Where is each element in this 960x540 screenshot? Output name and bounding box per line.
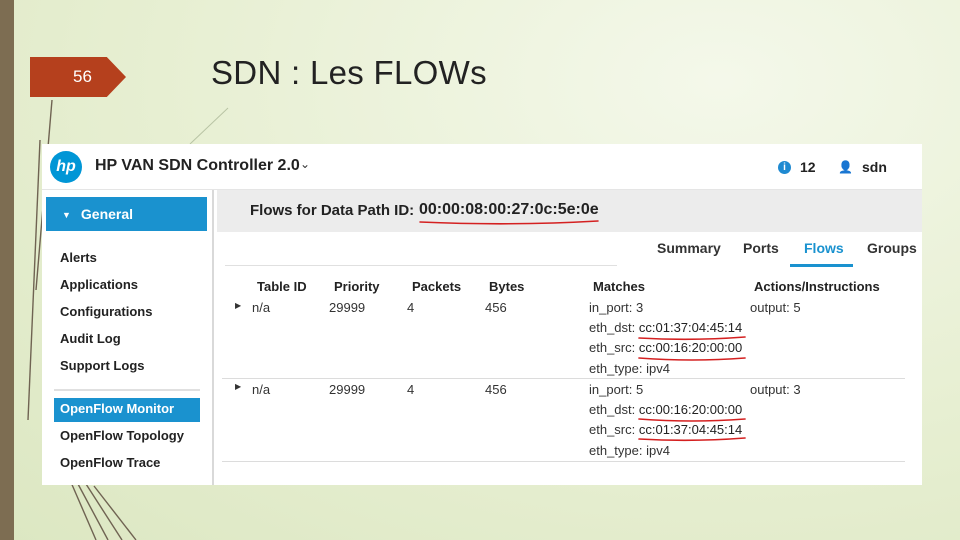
active-tab-indicator (790, 264, 853, 267)
user-icon[interactable]: 👤 (838, 160, 853, 174)
column-header-bytes[interactable]: Bytes (489, 279, 524, 294)
sidebar-section-label: General (80, 206, 134, 222)
row2-packets: 4 (407, 382, 415, 397)
column-header-packets[interactable]: Packets (412, 279, 461, 294)
slide-number: 56 (30, 57, 126, 97)
row2-table-id: n/a (252, 382, 271, 397)
row1-priority: 29999 (329, 300, 366, 315)
user-name[interactable]: sdn (862, 159, 887, 175)
sidebar-item-openflow-topology[interactable]: OpenFlow Topology (60, 428, 184, 443)
alert-count[interactable]: 12 (800, 159, 816, 175)
match-value: ipv4 (646, 361, 670, 376)
sidebar-item-alerts[interactable]: Alerts (60, 250, 97, 265)
column-header-actions[interactable]: Actions/Instructions (754, 279, 880, 294)
sidebar-item-openflow-trace[interactable]: OpenFlow Trace (60, 455, 160, 470)
sidebar-divider (54, 389, 200, 391)
main-panel: Flows for Data Path ID: 00:00:08:00:27:0… (217, 190, 922, 485)
tab-summary[interactable]: Summary (657, 240, 721, 256)
header-divider (225, 265, 617, 266)
row2-action: output: 3 (750, 382, 801, 397)
match-key: eth_type: (589, 443, 643, 458)
match-key: eth_type: (589, 361, 643, 376)
tab-groups[interactable]: Groups (867, 240, 917, 256)
slide-title: SDN : Les FLOWs (211, 54, 487, 91)
top-bar: hp HP VAN SDN Controller 2.0 ⌄ i 12 👤 sd… (42, 144, 922, 190)
row1-match-eth-dst: eth_dst: cc:01:37:04:45:14 (589, 320, 742, 335)
match-key: eth_dst: (589, 320, 636, 335)
sidebar-item-configurations[interactable]: Configurations (60, 304, 152, 319)
match-key: eth_src: (589, 422, 636, 437)
row1-bytes: 456 (485, 300, 507, 315)
row1-table-id: n/a (252, 300, 271, 315)
column-header-priority[interactable]: Priority (334, 279, 380, 294)
data-path-id: 00:00:08:00:27:0c:5e:0e (419, 201, 599, 218)
row1-action: output: 5 (750, 300, 801, 315)
sidebar-item-applications[interactable]: Applications (60, 277, 138, 292)
row2-match-eth-src: eth_src: cc:01:37:04:45:14 (589, 422, 742, 437)
column-header-table-id[interactable]: Table ID (257, 279, 307, 294)
match-value: 5 (636, 382, 644, 397)
row1-packets: 4 (407, 300, 415, 315)
path-label: Flows for Data Path ID: (250, 202, 415, 219)
match-key: in_port: (589, 382, 633, 397)
sidebar-item-support-logs[interactable]: Support Logs (60, 358, 145, 373)
sidebar-item-audit-log[interactable]: Audit Log (60, 331, 121, 346)
row2-bytes: 456 (485, 382, 507, 397)
match-value: 3 (636, 300, 644, 315)
match-key: eth_src: (589, 340, 636, 355)
sidebar: ▼ General Alerts Applications Configurati… (42, 190, 214, 485)
row2-match-eth-type: eth_type: ipv4 (589, 443, 670, 458)
sidebar-section-general[interactable]: ▼ General (46, 197, 207, 231)
match-value: cc:01:37:04:45:14 (638, 320, 743, 335)
chevron-down-icon[interactable]: ⌄ (300, 157, 310, 171)
match-key: eth_dst: (589, 402, 636, 417)
caret-down-icon: ▼ (62, 210, 71, 220)
controller-screenshot: hp HP VAN SDN Controller 2.0 ⌄ i 12 👤 sd… (42, 144, 922, 485)
match-value: ipv4 (646, 443, 670, 458)
expand-triangle-icon[interactable]: ▶ (235, 301, 241, 310)
match-value: cc:00:16:20:00:00 (638, 340, 743, 355)
row1-match-eth-type: eth_type: ipv4 (589, 361, 670, 376)
tab-flows[interactable]: Flows (804, 240, 844, 256)
info-icon[interactable]: i (778, 161, 791, 174)
row-divider (222, 461, 905, 462)
column-header-matches[interactable]: Matches (593, 279, 645, 294)
row2-match-in-port: in_port: 5 (589, 382, 643, 397)
app-title: HP VAN SDN Controller 2.0 (95, 157, 300, 174)
row-divider (222, 378, 905, 379)
hp-logo: hp (50, 151, 82, 183)
row2-priority: 29999 (329, 382, 366, 397)
sidebar-item-openflow-monitor[interactable]: OpenFlow Monitor (60, 401, 174, 416)
match-value: cc:01:37:04:45:14 (638, 422, 743, 437)
match-value: cc:00:16:20:00:00 (638, 402, 743, 417)
match-key: in_port: (589, 300, 633, 315)
path-bar: Flows for Data Path ID: 00:00:08:00:27:0… (217, 190, 922, 232)
row1-match-eth-src: eth_src: cc:00:16:20:00:00 (589, 340, 742, 355)
row1-match-in-port: in_port: 3 (589, 300, 643, 315)
row2-match-eth-dst: eth_dst: cc:00:16:20:00:00 (589, 402, 742, 417)
slide-left-bar (0, 0, 14, 540)
tab-ports[interactable]: Ports (743, 240, 779, 256)
expand-triangle-icon[interactable]: ▶ (235, 382, 241, 391)
